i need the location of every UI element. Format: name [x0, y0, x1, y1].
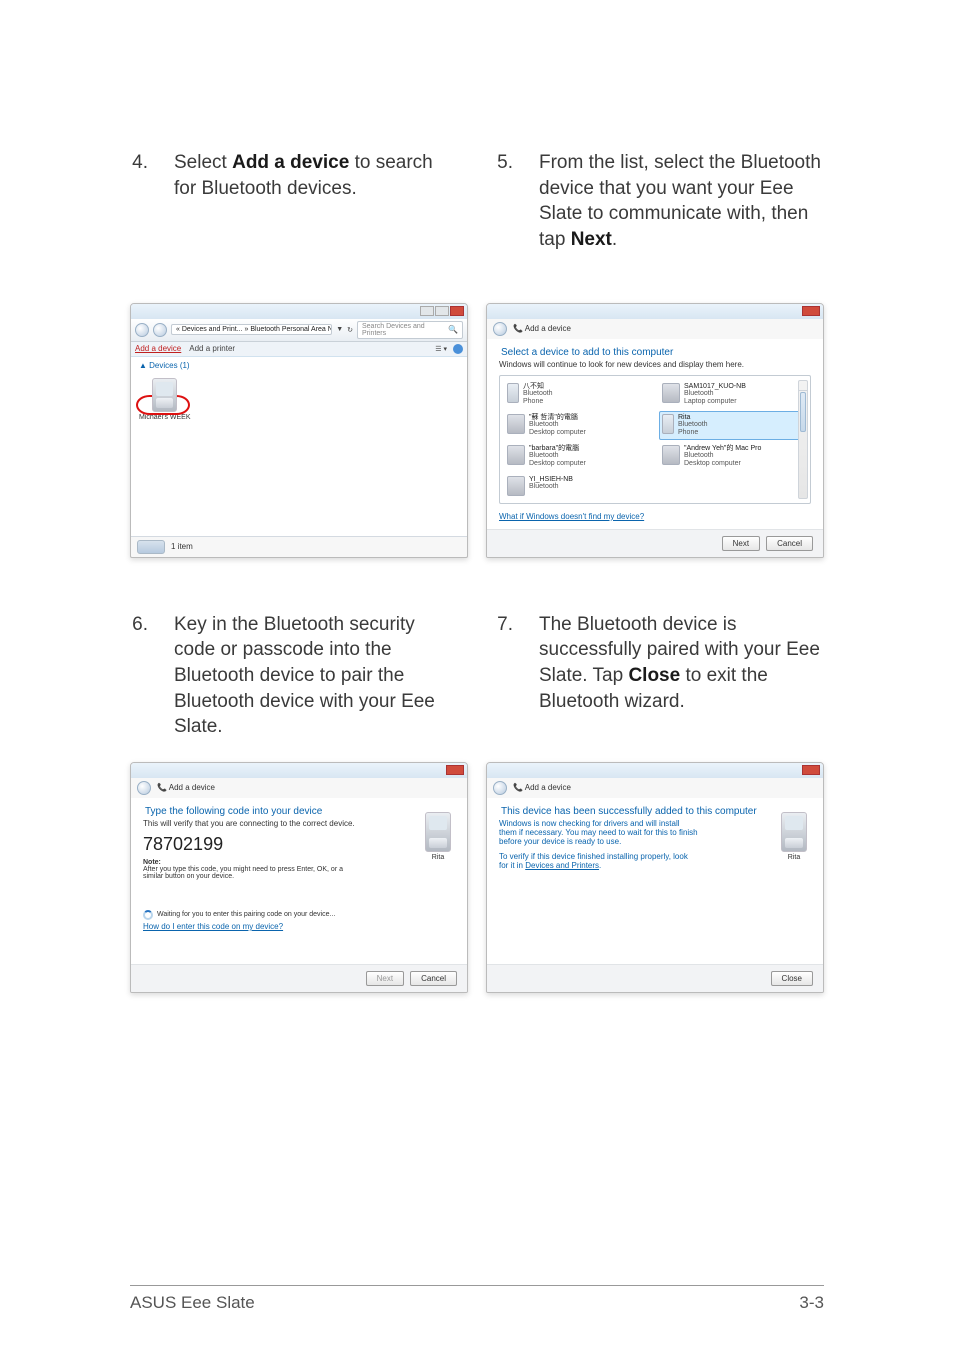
wizard-subtext: Windows will continue to look for new de… — [499, 360, 811, 369]
search-icon: 🔍 — [448, 325, 458, 334]
bold: Next — [571, 229, 612, 250]
phone-icon — [781, 812, 807, 852]
close-icon[interactable] — [446, 765, 464, 775]
add-printer-button[interactable]: Add a printer — [189, 344, 235, 353]
list-item[interactable]: SAM1017_KUO-NBBluetoothLaptop computer — [659, 380, 806, 409]
nav-back-icon[interactable] — [493, 781, 507, 795]
cancel-button[interactable]: Cancel — [410, 971, 457, 986]
step-5-number: 5. — [495, 150, 513, 176]
step-4-number: 4. — [130, 150, 148, 176]
bold: Add a device — [232, 152, 349, 173]
device-preview: Rita — [781, 812, 807, 861]
wizard-title: 📞 Add a device — [513, 783, 571, 792]
devices-section-header[interactable]: ▲ Devices (1) — [139, 361, 459, 370]
add-device-button[interactable]: Add a device — [135, 344, 181, 353]
note-text: After you type this code, you might need… — [143, 866, 343, 880]
list-item[interactable]: YI_HSIEH-NBBluetooth — [504, 473, 651, 499]
step-7-text: The Bluetooth device is successfully pai… — [539, 612, 824, 715]
text: . — [612, 229, 617, 250]
status-text: 1 item — [171, 542, 193, 551]
phone-icon — [507, 383, 519, 403]
screenshot-select-device: 📞 Add a device Select a device to add to… — [486, 303, 824, 558]
list-item[interactable]: 八不知BluetoothPhone — [504, 380, 651, 409]
help-link[interactable]: What if Windows doesn't find my device? — [499, 512, 811, 521]
device-label: Michael's WEEK — [139, 414, 191, 421]
note-label: Note: — [143, 859, 455, 866]
status-icon — [137, 540, 165, 554]
phone-icon — [662, 414, 674, 434]
step-5-text: From the list, select the Bluetooth devi… — [539, 150, 824, 253]
step-6-number: 6. — [130, 612, 148, 638]
screenshot-success: 📞 Add a device Rita This device has been… — [486, 762, 824, 993]
chevron-down-icon[interactable]: ▼ — [336, 326, 343, 333]
list-item-selected[interactable]: RitaBluetoothPhone — [659, 411, 806, 440]
footer-right: 3-3 — [799, 1293, 824, 1313]
step-6-text: Key in the Bluetooth security code or pa… — [174, 612, 459, 740]
text: . — [599, 861, 601, 870]
nav-forward-icon[interactable] — [153, 323, 167, 337]
nav-back-icon[interactable] — [137, 781, 151, 795]
wizard-title: 📞 Add a device — [157, 783, 215, 792]
pairing-code: 78702199 — [143, 834, 455, 855]
maximize-icon[interactable] — [435, 306, 449, 316]
device-item[interactable]: Michael's WEEK — [139, 378, 191, 421]
devices-printers-link[interactable]: Devices and Printers — [525, 861, 599, 870]
help-icon[interactable] — [453, 344, 463, 354]
desktop-icon — [507, 445, 525, 465]
nav-back-icon[interactable] — [493, 322, 507, 336]
search-placeholder: Search Devices and Printers — [362, 323, 448, 337]
minimize-icon[interactable] — [420, 306, 434, 316]
device-list[interactable]: 八不知BluetoothPhone SAM1017_KUO-NBBluetoot… — [499, 375, 811, 504]
info-text-1: Windows is now checking for drivers and … — [499, 819, 699, 846]
next-button-disabled: Next — [366, 971, 404, 986]
close-button[interactable]: Close — [771, 971, 813, 986]
screenshot-enter-code: 📞 Add a device Rita Type the following c… — [130, 762, 468, 993]
list-item[interactable]: "barbara"的電腦BluetoothDesktop computer — [504, 442, 651, 471]
phone-icon — [425, 812, 451, 852]
wizard-subtext: This will verify that you are connecting… — [143, 819, 455, 828]
scrollbar[interactable] — [798, 380, 808, 499]
help-link[interactable]: How do I enter this code on my device? — [143, 922, 455, 931]
close-icon[interactable] — [450, 306, 464, 316]
cancel-button[interactable]: Cancel — [766, 536, 813, 551]
step-4-text: Select Add a device to search for Blueto… — [174, 150, 459, 201]
nav-back-icon[interactable] — [135, 323, 149, 337]
laptop-icon — [662, 383, 680, 403]
device-caption: Rita — [425, 854, 451, 861]
list-item[interactable]: "蘇 哲清"的電腦BluetoothDesktop computer — [504, 411, 651, 440]
device-preview: Rita — [425, 812, 451, 861]
wizard-heading: Type the following code into your device — [143, 806, 455, 817]
wizard-title: 📞 Add a device — [513, 324, 571, 333]
step-7-number: 7. — [495, 612, 513, 638]
screenshot-devices-printers: « Devices and Print... » Bluetooth Perso… — [130, 303, 468, 558]
address-bar[interactable]: « Devices and Print... » Bluetooth Perso… — [171, 324, 332, 335]
device-caption: Rita — [781, 854, 807, 861]
close-icon[interactable] — [802, 765, 820, 775]
desktop-icon — [507, 414, 525, 434]
close-icon[interactable] — [802, 306, 820, 316]
footer-left: ASUS Eee Slate — [130, 1293, 255, 1313]
wizard-heading: Select a device to add to this computer — [499, 347, 811, 358]
list-item[interactable]: "Andrew Yeh"的 Mac ProBluetoothDesktop co… — [659, 442, 806, 471]
next-button[interactable]: Next — [722, 536, 760, 551]
text: Select — [174, 152, 232, 173]
spinner-icon — [143, 910, 153, 920]
desktop-icon — [662, 445, 680, 465]
bold: Close — [628, 665, 680, 686]
wizard-heading: This device has been successfully added … — [499, 806, 811, 817]
search-input[interactable]: Search Devices and Printers🔍 — [357, 321, 463, 339]
waiting-text: Waiting for you to enter this pairing co… — [157, 911, 335, 918]
laptop-icon — [507, 476, 525, 496]
phone-icon — [152, 378, 177, 412]
info-text-2: To verify if this device finished instal… — [499, 852, 699, 870]
